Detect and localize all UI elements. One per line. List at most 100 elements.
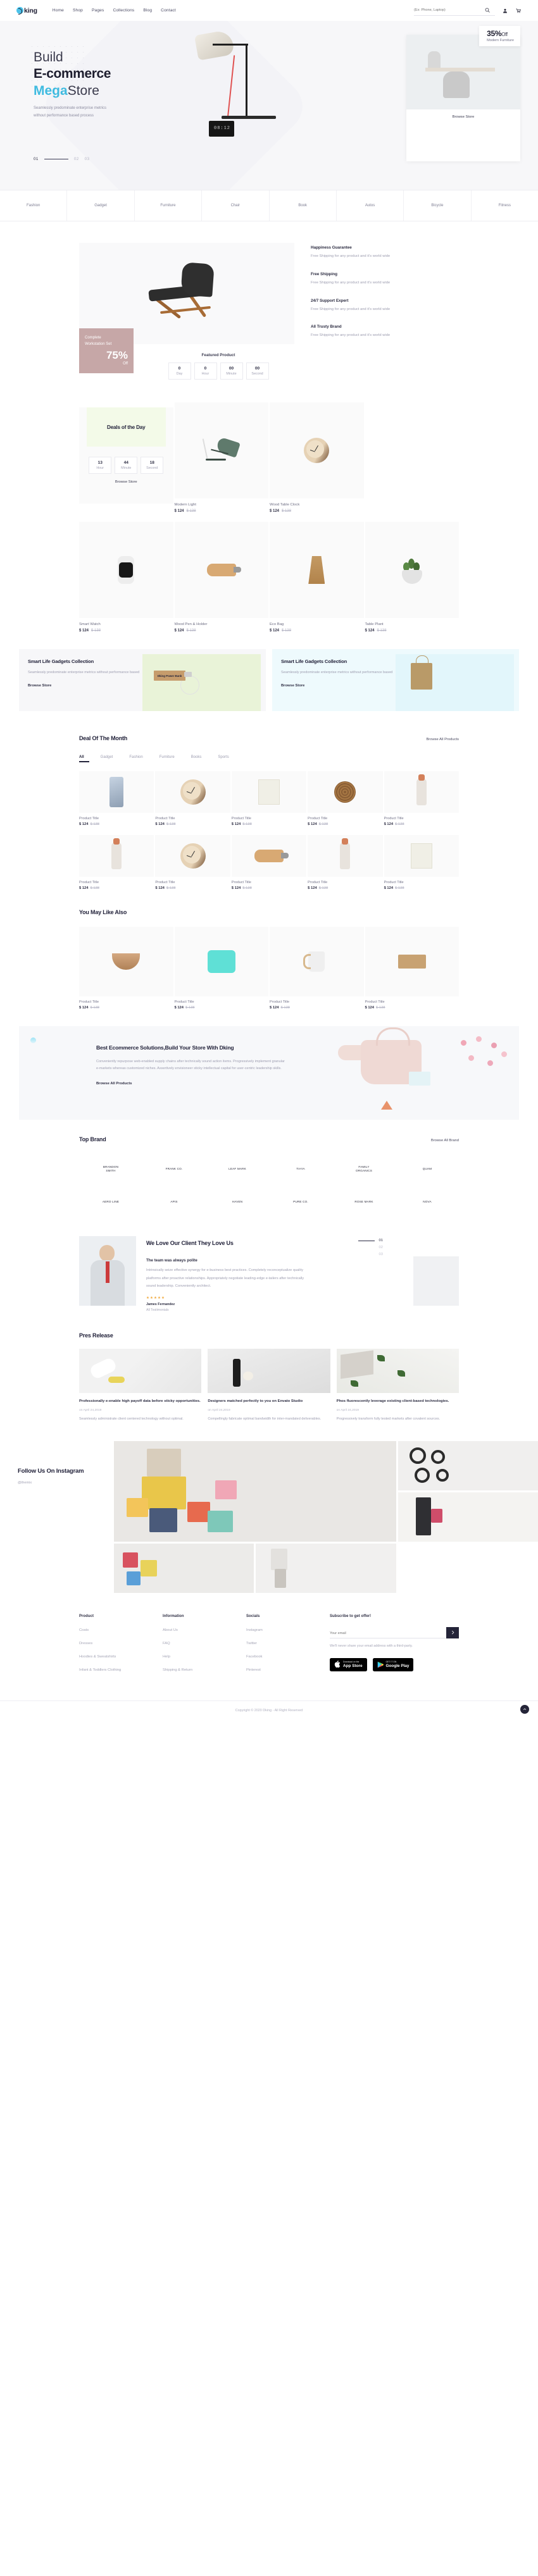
banner-browse-button[interactable]: Browse Store [281, 684, 396, 688]
press-card[interactable]: Phos fluorescently leverage existing cli… [336, 1349, 459, 1423]
footer-link[interactable]: Dresses [79, 1642, 163, 1645]
press-card[interactable]: Designers matched perfectly to you on En… [208, 1349, 330, 1423]
nav-item-shop[interactable]: Shop [73, 8, 83, 13]
tab-all[interactable]: All [79, 755, 89, 762]
footer-link[interactable]: Help [163, 1655, 246, 1659]
product-card[interactable]: Product Title $ 124 $ 138 [79, 927, 173, 1010]
press-card[interactable]: Professionally e-enable high payoff data… [79, 1349, 202, 1423]
deal-product-card[interactable]: Smart Watch $ 124 $ 138 [79, 522, 173, 633]
tab-sports[interactable]: Sports [218, 755, 228, 762]
product-card[interactable]: Product Title $ 124 $ 138 [270, 927, 364, 1010]
footer-link[interactable]: About Us [163, 1628, 246, 1632]
nav-item-collections[interactable]: Collections [113, 8, 134, 13]
product-card[interactable]: Product Title $ 124 $ 138 [79, 835, 154, 890]
testimonial-slide-03[interactable]: 03 [358, 1253, 383, 1256]
site-logo[interactable]: king [16, 7, 37, 15]
testimonial-slide-02[interactable]: 02 [358, 1246, 383, 1249]
browse-all-products-link[interactable]: Browse All Products [426, 738, 459, 741]
instagram-post[interactable] [256, 1543, 396, 1593]
browse-all-brand-link[interactable]: Browse All Brand [431, 1139, 459, 1142]
category-chair[interactable]: Chair [202, 190, 270, 221]
brand-item[interactable]: HAVEN [206, 1186, 269, 1218]
hero-offer-card[interactable]: 35%Off Modern Furniture Browse Store [406, 26, 520, 161]
app-store-button[interactable]: Download on the App Store [330, 1657, 367, 1671]
nav-item-pages[interactable]: Pages [92, 8, 104, 13]
product-card[interactable]: Product Title $ 124 $ 138 [308, 835, 383, 890]
brand-item[interactable]: FAMILY ORGANICS [332, 1153, 396, 1186]
brand-item[interactable]: APIS [142, 1186, 206, 1218]
brand-item[interactable]: AERO LINE [79, 1186, 142, 1218]
footer-link[interactable]: Shipping & Return [163, 1668, 246, 1672]
product-card[interactable]: Product Title $ 124 $ 138 [155, 771, 230, 826]
instagram-handle[interactable]: @themix [18, 1481, 114, 1485]
product-card[interactable]: Product Title $ 124 $ 138 [384, 835, 459, 890]
footer-link[interactable]: Facebook [246, 1655, 330, 1659]
banner-browse-button[interactable]: Browse Store [28, 684, 142, 688]
hero-slide-02[interactable]: 02 [74, 157, 79, 161]
hero-slide-01[interactable]: 01 [34, 157, 39, 161]
tab-furniture[interactable]: Furniture [160, 755, 175, 762]
category-book[interactable]: Book [270, 190, 337, 221]
deal-product-card[interactable]: Wood Table Clock $ 124 $ 138 [270, 402, 364, 513]
google-play-button[interactable]: GET IT ON Google Play [372, 1657, 414, 1671]
product-card[interactable]: Product Title $ 124 $ 138 [231, 835, 307, 890]
footer-link[interactable]: Infant & Toddlers Clothing [79, 1668, 163, 1672]
brand-item[interactable]: LEAF MARK [206, 1153, 269, 1186]
tab-fashion[interactable]: Fashion [129, 755, 142, 762]
deal-product-card[interactable]: Modern Light $ 124 $ 138 [174, 402, 268, 513]
footer-link[interactable]: Hoodies & Sweatshirts [79, 1655, 163, 1659]
product-card[interactable]: Product Title $ 124 $ 138 [231, 771, 307, 826]
brand-item[interactable]: FRANK CO. [142, 1153, 206, 1186]
brand-item[interactable]: PURE CO. [269, 1186, 332, 1218]
search-box[interactable] [414, 6, 495, 16]
banner-gadgets-blue[interactable]: Smart Life Gadgets Collection Seamlessly… [272, 649, 519, 711]
brand-item[interactable]: BRANDON SMITH [79, 1153, 142, 1186]
user-icon[interactable] [501, 7, 508, 14]
category-fashion[interactable]: Fashion [0, 190, 68, 221]
cart-icon[interactable] [515, 7, 522, 14]
brand-item[interactable]: NOVA [396, 1186, 459, 1218]
instagram-post[interactable] [397, 1492, 538, 1542]
back-to-top-button[interactable] [520, 1704, 529, 1714]
hero-card-browse-button[interactable]: Browse Store [406, 109, 520, 119]
footer-link[interactable]: Coats [79, 1628, 163, 1632]
nav-item-contact[interactable]: Contact [161, 8, 176, 13]
tab-books[interactable]: Books [191, 755, 202, 762]
deal-product-card[interactable]: Table Plant $ 124 $ 138 [365, 522, 459, 633]
brand-item[interactable]: ROSE MARK [332, 1186, 396, 1218]
deal-product-card[interactable]: Wood Pen & Holder $ 124 $ 138 [174, 522, 268, 633]
search-icon[interactable] [484, 7, 491, 14]
search-input[interactable] [414, 8, 480, 12]
testimonial-slide-01[interactable]: 01 [358, 1239, 383, 1242]
deals-browse-button[interactable]: Browse Store [79, 480, 173, 484]
category-furniture[interactable]: Furniture [135, 190, 203, 221]
footer-link[interactable]: Instagram [246, 1628, 330, 1632]
product-card[interactable]: Product Title $ 124 $ 138 [155, 835, 230, 890]
category-autos[interactable]: Autos [337, 190, 404, 221]
all-testimonials-link[interactable]: All Testimonials [146, 1308, 459, 1312]
category-gadget[interactable]: Gadget [67, 190, 135, 221]
email-input[interactable] [330, 1628, 446, 1638]
instagram-post[interactable] [397, 1440, 538, 1490]
footer-link[interactable]: FAQ [163, 1642, 246, 1645]
instagram-post[interactable] [114, 1543, 254, 1593]
footer-link[interactable]: Twitter [246, 1642, 330, 1645]
instagram-post-main[interactable] [114, 1440, 396, 1542]
promo-browse-button[interactable]: Browse All Products [96, 1082, 286, 1086]
product-card[interactable]: Product Title $ 124 $ 138 [384, 771, 459, 826]
tab-gadget[interactable]: Gadget [101, 755, 113, 762]
product-card[interactable]: Product Title $ 124 $ 138 [174, 927, 268, 1010]
nav-item-home[interactable]: Home [53, 8, 64, 13]
deal-product-card[interactable]: Eco Bag $ 124 $ 138 [270, 522, 364, 633]
nav-item-blog[interactable]: Blog [143, 8, 152, 13]
product-card[interactable]: Product Title $ 124 $ 138 [79, 771, 154, 826]
category-fitness[interactable]: Fitness [472, 190, 538, 221]
category-bicycle[interactable]: Bicycle [404, 190, 472, 221]
brand-item[interactable]: TIAYA [269, 1153, 332, 1186]
hero-slide-03[interactable]: 03 [85, 157, 90, 161]
banner-gadgets-green[interactable]: Smart Life Gadgets Collection Seamlessly… [19, 649, 266, 711]
subscribe-submit-button[interactable] [446, 1626, 459, 1638]
product-card[interactable]: Product Title $ 124 $ 138 [365, 927, 459, 1010]
brand-item[interactable]: QUAM [396, 1153, 459, 1186]
product-card[interactable]: Product Title $ 124 $ 138 [308, 771, 383, 826]
